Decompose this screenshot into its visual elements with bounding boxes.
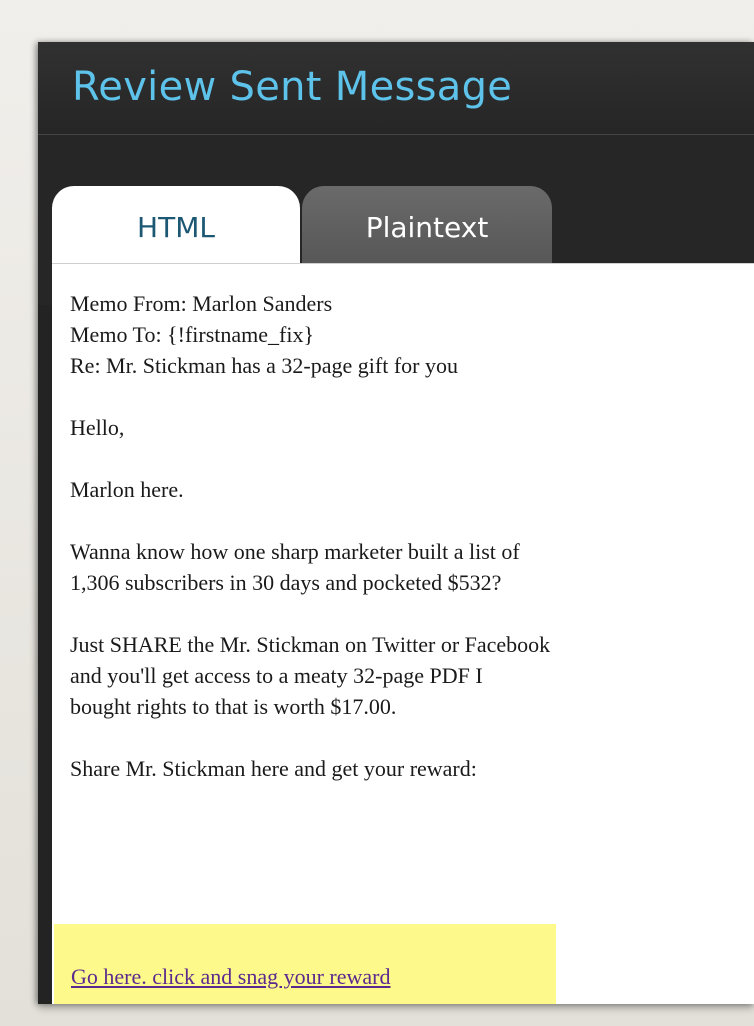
tab-html[interactable]: HTML	[52, 186, 300, 264]
window-title: Review Sent Message	[72, 64, 513, 110]
paragraph-2-line-2: and you'll get access to a meaty 32-page…	[70, 663, 483, 688]
paragraph-2-line-1: Just SHARE the Mr. Stickman on Twitter o…	[70, 632, 551, 657]
share-line: Share Mr. Stickman here and get your rew…	[70, 756, 477, 781]
tab-plaintext[interactable]: Plaintext	[302, 186, 552, 264]
message-body-panel: Memo From: Marlon Sanders Memo To: {!fir…	[52, 263, 754, 1004]
paragraph-1-line-1: Wanna know how one sharp marketer built …	[70, 539, 520, 564]
message-text: Memo From: Marlon Sanders Memo To: {!fir…	[70, 288, 754, 784]
intro-line: Marlon here.	[70, 477, 184, 502]
subject-line: Re: Mr. Stickman has a 32-page gift for …	[70, 353, 458, 378]
memo-to: Memo To: {!firstname_fix}	[70, 322, 315, 347]
paragraph-2-line-3: bought rights to that is worth $17.00.	[70, 694, 397, 719]
paragraph-1-line-2: 1,306 subscribers in 30 days and pockete…	[70, 570, 502, 595]
title-bar: Review Sent Message	[38, 42, 754, 135]
greeting: Hello,	[70, 415, 125, 440]
memo-from: Memo From: Marlon Sanders	[70, 291, 333, 316]
reward-link[interactable]: Go here. click and snag your reward	[71, 964, 390, 990]
review-message-window: Review Sent Message HTML Plaintext Memo …	[38, 42, 754, 1004]
